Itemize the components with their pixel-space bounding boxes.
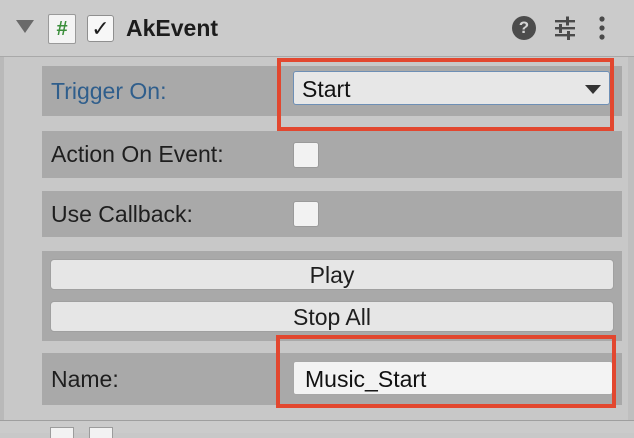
play-button[interactable]: Play (50, 259, 614, 290)
inspector-scrollbar[interactable] (628, 57, 634, 420)
next-script-icon (50, 427, 74, 438)
trigger-on-value: Start (302, 76, 351, 102)
help-icon[interactable]: ? (512, 16, 536, 40)
trigger-on-dropdown[interactable]: Start (293, 71, 610, 105)
action-on-event-label: Action On Event: (51, 141, 224, 167)
next-component-header (0, 420, 634, 438)
dropdown-arrow-icon (585, 85, 601, 94)
trigger-on-label: Trigger On: (51, 78, 167, 104)
component-enabled-checkbox[interactable]: ✓ (87, 15, 114, 42)
use-callback-label: Use Callback: (51, 201, 193, 227)
action-on-event-row: Action On Event: (42, 131, 622, 178)
use-callback-row: Use Callback: (42, 191, 622, 237)
component-header: # ✓ AkEvent ? (0, 0, 634, 57)
more-menu-icon[interactable] (592, 14, 612, 42)
inspector-left-edge (0, 57, 4, 420)
name-field[interactable]: Music_Start (293, 361, 613, 395)
component-title: AkEvent (126, 15, 219, 41)
presets-icon[interactable] (553, 15, 577, 41)
action-on-event-checkbox[interactable] (293, 142, 319, 168)
next-enabled-checkbox[interactable] (89, 427, 113, 438)
stop-all-button[interactable]: Stop All (50, 301, 614, 332)
name-label: Name: (51, 366, 119, 392)
script-icon: # (48, 14, 76, 44)
name-value: Music_Start (305, 366, 427, 392)
use-callback-checkbox[interactable] (293, 201, 319, 227)
foldout-arrow-icon[interactable] (16, 20, 34, 33)
